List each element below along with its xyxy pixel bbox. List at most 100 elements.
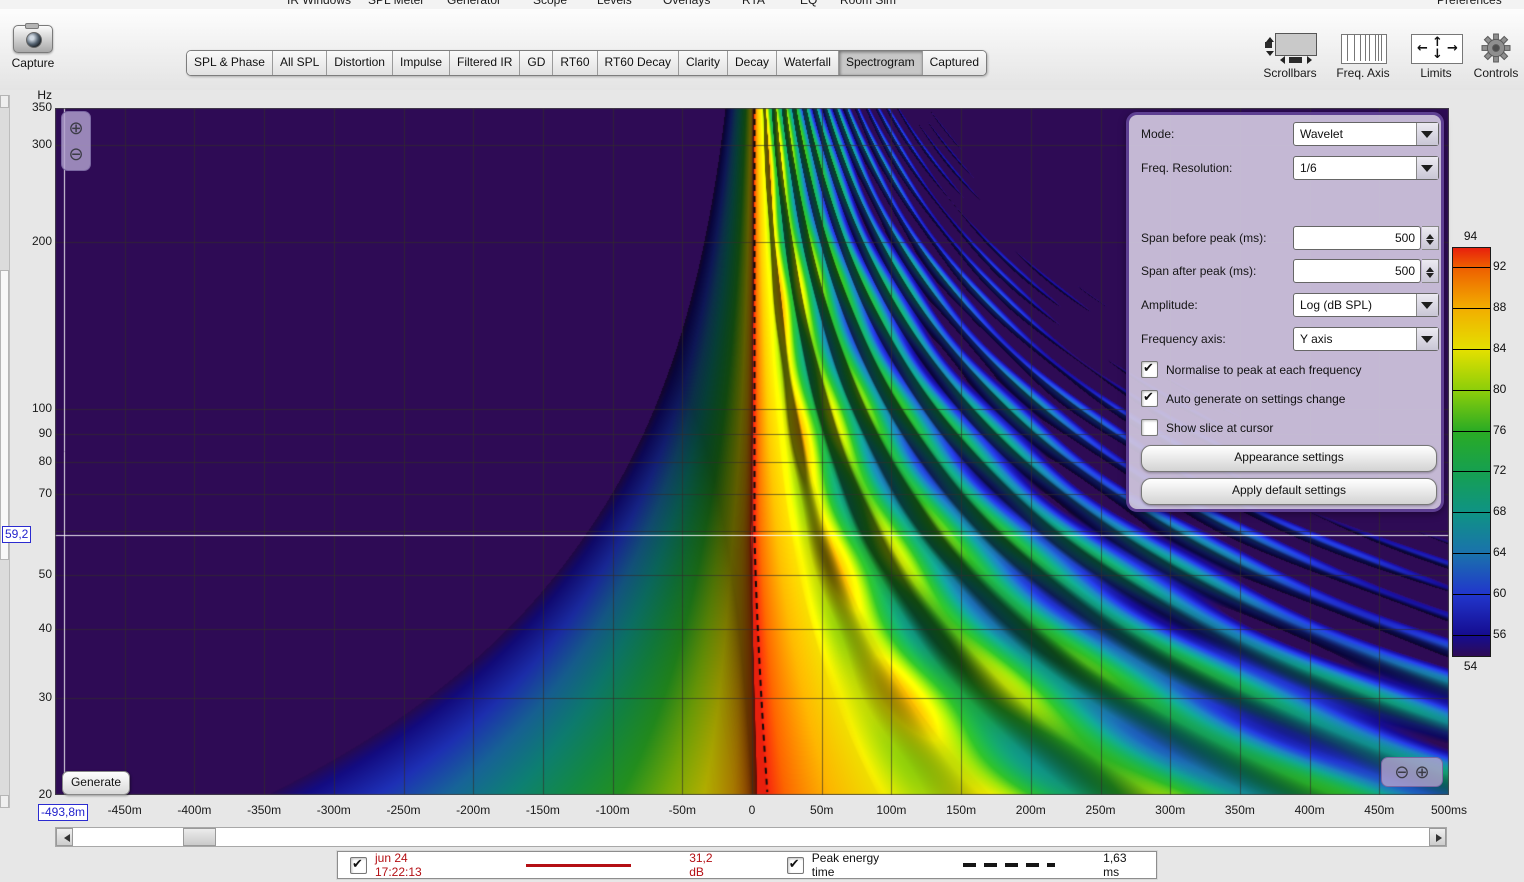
x-tick-150m: -150m bbox=[526, 803, 560, 817]
menu-item-ir-windows[interactable]: IR Windows bbox=[287, 0, 351, 9]
span-before-stepper[interactable] bbox=[1422, 226, 1439, 250]
menu-item-label: RTA bbox=[742, 0, 765, 7]
colorbar bbox=[1452, 247, 1491, 657]
peak-energy-checkbox[interactable] bbox=[787, 857, 804, 874]
menu-item-label: Preferences bbox=[1437, 0, 1502, 7]
tab-spl-phase[interactable]: SPL & Phase bbox=[187, 51, 273, 75]
mode-value: Wavelet bbox=[1300, 127, 1343, 141]
tab-captured[interactable]: Captured bbox=[923, 51, 986, 75]
chevron-down-icon[interactable] bbox=[1416, 123, 1438, 145]
scroll-thumb[interactable] bbox=[0, 270, 9, 560]
y-tick-350: 350 bbox=[4, 100, 52, 114]
tool-limits[interactable]: ↑↓ ←→ Limits bbox=[1404, 32, 1468, 80]
measurement-checkbox[interactable] bbox=[350, 857, 367, 874]
y-tick-90: 90 bbox=[4, 426, 52, 440]
tool-scrollbars[interactable]: Scrollbars bbox=[1254, 32, 1326, 80]
tab-waterfall[interactable]: Waterfall bbox=[777, 51, 839, 75]
colorbar-segment bbox=[1453, 268, 1490, 309]
y-zoom-chip: ⊕ ⊖ bbox=[61, 111, 91, 171]
chevron-down-icon[interactable] bbox=[1416, 294, 1438, 316]
generate-button[interactable]: Generate bbox=[62, 771, 130, 795]
freq-resolution-value: 1/6 bbox=[1300, 161, 1317, 175]
zoom-in-icon[interactable]: ⊕ bbox=[1415, 762, 1430, 783]
apply-default-settings-button[interactable]: Apply default settings bbox=[1141, 478, 1437, 505]
scroll-thumb[interactable] bbox=[183, 828, 216, 846]
menu-item-label: Scope bbox=[533, 0, 567, 7]
x-tick-250m: -250m bbox=[386, 803, 420, 817]
tab-filtered-ir[interactable]: Filtered IR bbox=[450, 51, 520, 75]
checkbox-row-normalise-to-peak-at-each-frequency[interactable]: Normalise to peak at each frequency bbox=[1141, 361, 1361, 378]
amplitude-value: Log (dB SPL) bbox=[1300, 298, 1372, 312]
colorbar-segment bbox=[1453, 636, 1490, 656]
span-before-label: Span before peak (ms): bbox=[1141, 231, 1266, 245]
mode-dropdown[interactable]: Wavelet bbox=[1293, 122, 1439, 146]
zoom-out-icon[interactable]: ⊖ bbox=[1394, 762, 1409, 783]
tab-rt60[interactable]: RT60 bbox=[553, 51, 597, 75]
tool-label: Freq. Axis bbox=[1330, 66, 1396, 80]
checkbox[interactable] bbox=[1141, 361, 1158, 378]
menu-item-scope[interactable]: Scope bbox=[533, 0, 567, 9]
x-tick-400m: -400m bbox=[177, 803, 211, 817]
tab-clarity[interactable]: Clarity bbox=[679, 51, 728, 75]
span-after-stepper[interactable] bbox=[1422, 259, 1439, 283]
menu-item-spl-meter[interactable]: SPL Meter bbox=[368, 0, 424, 9]
menu-item-label: IR Windows bbox=[287, 0, 351, 7]
time-scrollbar[interactable] bbox=[55, 827, 1447, 847]
tab-decay[interactable]: Decay bbox=[728, 51, 777, 75]
menu-item-generator[interactable]: Generator bbox=[447, 0, 501, 9]
y-tick-80: 80 bbox=[4, 454, 52, 468]
colorbar-segment bbox=[1453, 391, 1490, 432]
scroll-left-button[interactable] bbox=[56, 828, 73, 846]
checkbox-label: Show slice at cursor bbox=[1166, 421, 1273, 435]
span-after-label: Span after peak (ms): bbox=[1141, 264, 1256, 278]
tab-distortion[interactable]: Distortion bbox=[327, 51, 393, 75]
checkbox-row-show-slice-at-cursor[interactable]: Show slice at cursor bbox=[1141, 419, 1273, 436]
menu-item-label: EQ bbox=[800, 0, 817, 7]
tab-rt60-decay[interactable]: RT60 Decay bbox=[598, 51, 679, 75]
menu-item-preferences[interactable]: Preferences bbox=[1437, 0, 1502, 9]
tab-gd[interactable]: GD bbox=[520, 51, 553, 75]
zoom-in-icon[interactable]: ⊕ bbox=[68, 118, 83, 139]
span-before-input[interactable]: 500 bbox=[1293, 226, 1421, 250]
tab-spectrogram[interactable]: Spectrogram bbox=[839, 51, 923, 75]
y-tick-40: 40 bbox=[4, 621, 52, 635]
zoom-out-icon[interactable]: ⊖ bbox=[68, 144, 83, 165]
x-tick-300m: 300m bbox=[1155, 803, 1185, 817]
checkbox[interactable] bbox=[1141, 390, 1158, 407]
trace-legend-bar: jun 24 17:22:13 31,2 dB Peak energy time… bbox=[337, 851, 1157, 879]
menu-item-eq[interactable]: EQ bbox=[800, 0, 817, 9]
x-tick-350m: -350m bbox=[247, 803, 281, 817]
freq-resolution-dropdown[interactable]: 1/6 bbox=[1293, 156, 1439, 180]
menu-item-label: Generator bbox=[447, 0, 501, 7]
chevron-down-icon[interactable] bbox=[1416, 157, 1438, 179]
tool-controls[interactable]: Controls bbox=[1468, 32, 1524, 80]
colorbar-tick-84: 84 bbox=[1493, 341, 1506, 355]
capture-button[interactable]: Capture bbox=[4, 25, 62, 70]
x-tick-50m: 50m bbox=[810, 803, 833, 817]
menu-item-label: Overlays bbox=[663, 0, 710, 7]
appearance-settings-button[interactable]: Appearance settings bbox=[1141, 445, 1437, 472]
frequency-axis-dropdown[interactable]: Y axis bbox=[1293, 327, 1439, 351]
span-after-input[interactable]: 500 bbox=[1293, 259, 1421, 283]
amplitude-dropdown[interactable]: Log (dB SPL) bbox=[1293, 293, 1439, 317]
chevron-down-icon[interactable] bbox=[1416, 328, 1438, 350]
colorbar-tick-92: 92 bbox=[1493, 259, 1506, 273]
freq-resolution-label: Freq. Resolution: bbox=[1141, 161, 1232, 175]
menu-item-room-sim[interactable]: Room Sim bbox=[840, 0, 896, 9]
y-tick-200: 200 bbox=[4, 234, 52, 248]
menu-item-label: SPL Meter bbox=[368, 0, 424, 7]
spectrogram-controls-panel: Mode: Wavelet Freq. Resolution: 1/6 Span… bbox=[1126, 112, 1444, 512]
tab-all-spl[interactable]: All SPL bbox=[273, 51, 327, 75]
checkbox[interactable] bbox=[1141, 419, 1158, 436]
menu-item-rta[interactable]: RTA bbox=[742, 0, 765, 9]
tool-freq-axis[interactable]: Freq. Axis bbox=[1330, 32, 1396, 80]
x-tick-450m: -450m bbox=[108, 803, 142, 817]
scroll-right-button[interactable] bbox=[1429, 828, 1446, 846]
colorbar-tick-64: 64 bbox=[1493, 545, 1506, 559]
menu-item-overlays[interactable]: Overlays bbox=[663, 0, 710, 9]
tab-impulse[interactable]: Impulse bbox=[393, 51, 450, 75]
checkbox-row-auto-generate-on-settings-change[interactable]: Auto generate on settings change bbox=[1141, 390, 1345, 407]
menu-item-levels[interactable]: Levels bbox=[597, 0, 632, 9]
y-tick-50: 50 bbox=[4, 567, 52, 581]
menu-item-label: Levels bbox=[597, 0, 632, 7]
